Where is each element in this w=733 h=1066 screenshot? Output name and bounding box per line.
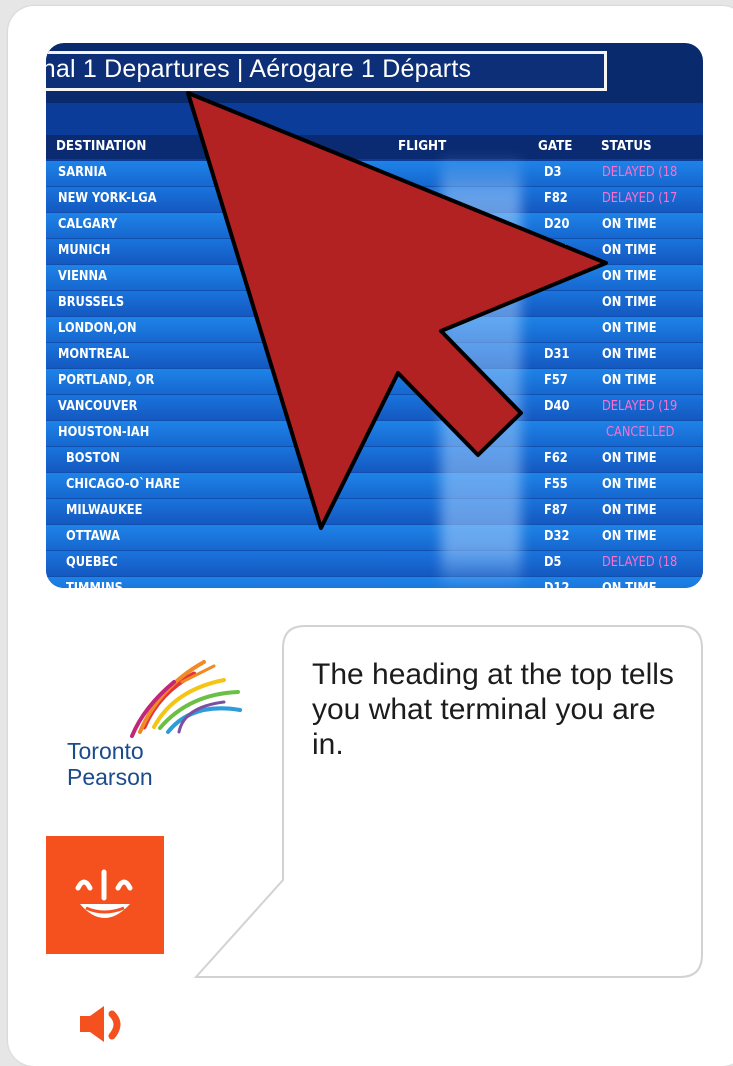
row-destination: BRUSSELS (58, 295, 125, 310)
row-gate: F82 (544, 191, 568, 206)
avatar[interactable] (46, 836, 164, 954)
instruction-text: The heading at the top tells you what te… (312, 658, 674, 761)
header-status: STATUS (601, 139, 652, 154)
logo-line-1: Toronto (67, 738, 144, 764)
row-gate: D3 (544, 165, 562, 180)
row-status: ON TIME (602, 347, 657, 362)
row-destination: LONDON,ON (58, 321, 137, 336)
row-destination: HOUSTON-IAH (58, 425, 150, 440)
header-destination: DESTINATION (56, 139, 147, 154)
row-status: DELAYED (18 (602, 165, 678, 180)
row-status: CANCELLED (606, 425, 675, 440)
row-destination: MILWAUKEE (66, 503, 143, 518)
flight-column-blur (441, 153, 521, 588)
row-status: DELAYED (17 (602, 191, 678, 206)
logo-line-2: Pearson (67, 764, 153, 790)
row-destination: VANCOUVER (58, 399, 138, 414)
departure-board-image: inal 1 Departures | Aérogare 1 Départs D… (46, 43, 703, 588)
board-row: MILWAUKEE F87 ON TIME (46, 499, 703, 525)
row-status: ON TIME (602, 269, 657, 284)
row-status: ON TIME (602, 243, 657, 258)
board-row: NEW YORK-LGA F82 DELAYED (17 (46, 187, 703, 213)
row-destination: TIMMINS (66, 581, 123, 588)
row-destination: NEW YORK-LGA (58, 191, 157, 206)
header-gate: GATE (538, 139, 573, 154)
row-gate: F87 (544, 503, 568, 518)
row-status: ON TIME (602, 373, 657, 388)
board-row: LONDON,ON ON TIME (46, 317, 703, 343)
board-row: MONTREAL D31 ON TIME (46, 343, 703, 369)
row-gate: D20 (544, 217, 570, 232)
row-gate: E74 (544, 243, 568, 258)
row-status: ON TIME (602, 295, 657, 310)
row-destination: CALGARY (58, 217, 118, 232)
speaker-icon[interactable] (76, 1002, 136, 1042)
row-destination: VIENNA (58, 269, 107, 284)
row-status: ON TIME (602, 477, 657, 492)
row-status: DELAYED (18 (602, 555, 678, 570)
row-status: ON TIME (602, 581, 657, 588)
row-destination: SARNIA (58, 165, 107, 180)
row-status: ON TIME (602, 529, 657, 544)
board-title: inal 1 Departures | Aérogare 1 Départs (46, 55, 472, 83)
row-gate: F57 (544, 373, 568, 388)
row-gate: F55 (544, 477, 568, 492)
board-row: OTTAWA D32 ON TIME (46, 525, 703, 551)
row-destination: OTTAWA (66, 529, 121, 544)
toronto-pearson-logo-text: Toronto Pearson (67, 738, 153, 790)
row-gate: D40 (544, 399, 570, 414)
row-gate: D31 (544, 347, 570, 362)
row-status: ON TIME (602, 503, 657, 518)
row-destination: MUNICH (58, 243, 111, 258)
row-gate: E80 (544, 269, 568, 284)
board-row: CHICAGO-O`HARE F55 ON TIME (46, 473, 703, 499)
row-destination: CHICAGO-O`HARE (66, 477, 181, 492)
row-gate: F62 (544, 451, 568, 466)
board-row: MUNICH E74 ON TIME (46, 239, 703, 265)
board-row: HOUSTON-IAH CANCELLED (46, 421, 703, 447)
board-row: PORTLAND, OR F57 ON TIME (46, 369, 703, 395)
row-gate: D5 (544, 555, 562, 570)
row-destination: BOSTON (66, 451, 120, 466)
board-row: QUEBEC D5 DELAYED (18 (46, 551, 703, 577)
board-row: SARNIA D3 DELAYED (18 (46, 161, 703, 187)
row-gate: D32 (544, 529, 570, 544)
row-destination: QUEBEC (66, 555, 118, 570)
header-flight: FLIGHT (398, 139, 447, 154)
board-row: TIMMINS D12 ON TIME (46, 577, 703, 588)
board-row: VANCOUVER D40 DELAYED (19 (46, 395, 703, 421)
board-row: VIENNA E80 ON TIME (46, 265, 703, 291)
row-status: ON TIME (602, 451, 657, 466)
board-row: CALGARY D20 ON TIME (46, 213, 703, 239)
row-status: ON TIME (602, 217, 657, 232)
board-header-row: DESTINATION FLIGHT GATE STATUS (46, 135, 703, 159)
row-destination: PORTLAND, OR (58, 373, 155, 388)
board-row: BRUSSELS ON TIME (46, 291, 703, 317)
row-status: ON TIME (602, 321, 657, 336)
smiley-face-icon (75, 869, 133, 918)
board-row: BOSTON F62 ON TIME (46, 447, 703, 473)
row-destination: MONTREAL (58, 347, 130, 362)
row-gate: D12 (544, 581, 569, 588)
row-status: DELAYED (19 (602, 399, 678, 414)
